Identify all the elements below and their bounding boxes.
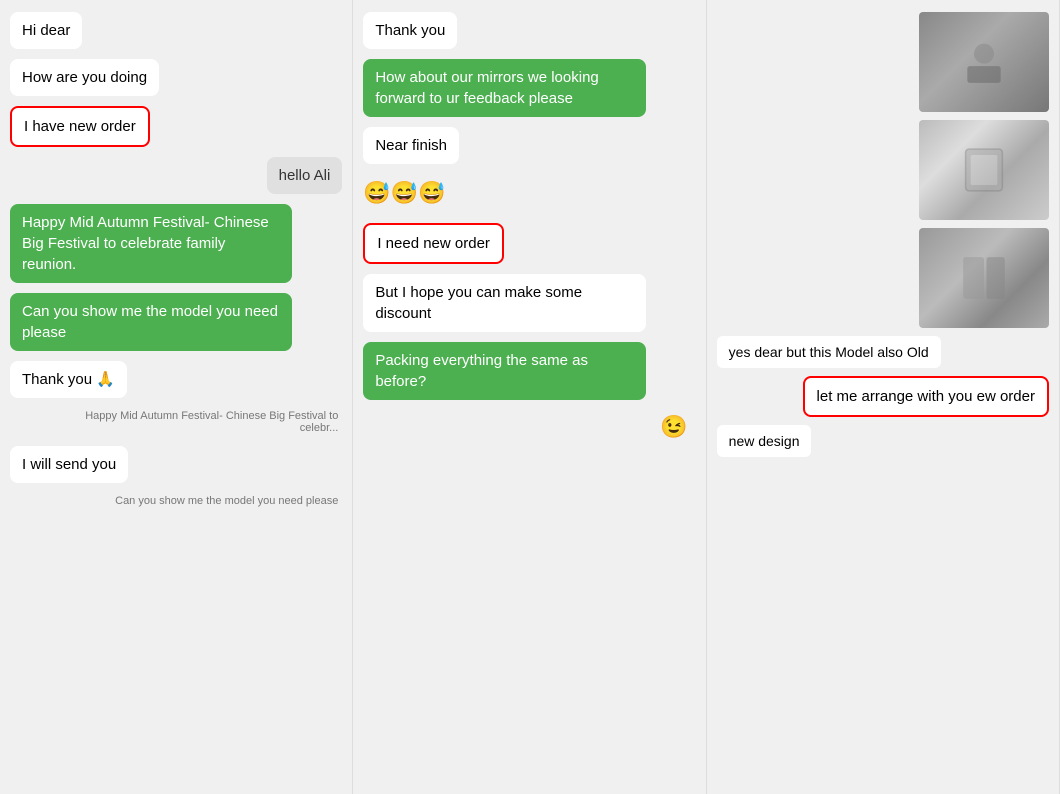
- message-row: But I hope you can make some discount: [363, 274, 695, 332]
- emoji-icon: 😉: [652, 410, 695, 444]
- reply-preview-festival: Happy Mid Autumn Festival- Chinese Big F…: [43, 408, 342, 436]
- chat-column-3: yes dear but this Model also Old let me …: [707, 0, 1060, 794]
- message-row: Can you show me the model you need pleas…: [10, 293, 342, 351]
- bubble-hope-discount: But I hope you can make some discount: [363, 274, 645, 332]
- message-row: yes dear but this Model also Old: [717, 336, 1049, 368]
- bubble-need-new-order: I need new order: [363, 223, 504, 264]
- mirror-photo-1: [919, 12, 1049, 112]
- message-row: I need new order: [363, 223, 695, 264]
- message-row: hello Ali: [10, 157, 342, 194]
- message-row: Hi dear: [10, 12, 342, 49]
- message-row: Happy Mid Autumn Festival- Chinese Big F…: [10, 204, 342, 283]
- message-row: 😉: [363, 410, 695, 444]
- bubble-thank-you-pray: Thank you 🙏: [10, 361, 127, 398]
- message-row: How are you doing: [10, 59, 342, 96]
- message-row: Thank you 🙏: [10, 361, 342, 398]
- message-row: Happy Mid Autumn Festival- Chinese Big F…: [10, 408, 342, 436]
- message-row: How about our mirrors we looking forward…: [363, 59, 695, 117]
- message-row: Can you show me the model you need pleas…: [10, 493, 342, 509]
- bubble-arrange-order: let me arrange with you ew order: [803, 376, 1049, 417]
- bubble-hi-dear: Hi dear: [10, 12, 82, 49]
- message-row: 😅😅😅: [363, 174, 695, 213]
- bubble-i-will-send: I will send you: [10, 446, 128, 483]
- bubble-near-finish: Near finish: [363, 127, 459, 164]
- bubble-new-design: new design: [717, 425, 812, 457]
- mirror-photo-3: [919, 228, 1049, 328]
- message-row: Near finish: [363, 127, 695, 164]
- bubble-emoji: 😅😅😅: [363, 174, 445, 213]
- message-row: Packing everything the same as before?: [363, 342, 695, 400]
- chat-column-1: Hi dear How are you doing I have new ord…: [0, 0, 353, 794]
- chat-column-2: Thank you How about our mirrors we looki…: [353, 0, 706, 794]
- bubble-show-model: Can you show me the model you need pleas…: [10, 293, 292, 351]
- bubble-mirrors-feedback: How about our mirrors we looking forward…: [363, 59, 645, 117]
- bubble-packing-same: Packing everything the same as before?: [363, 342, 645, 400]
- bubble-yes-dear: yes dear but this Model also Old: [717, 336, 941, 368]
- bubble-how-are-you: How are you doing: [10, 59, 159, 96]
- message-row: Thank you: [363, 12, 695, 49]
- message-row: I have new order: [10, 106, 342, 147]
- message-row: new design: [717, 425, 1049, 457]
- bubble-i-have-new-order: I have new order: [10, 106, 150, 147]
- photo-row-3: [717, 228, 1049, 328]
- reply-preview-show: Can you show me the model you need pleas…: [111, 493, 342, 509]
- mirror-photo-2: [919, 120, 1049, 220]
- photo-row-2: [717, 120, 1049, 220]
- message-row: I will send you: [10, 446, 342, 483]
- bubble-hello-ali: hello Ali: [267, 157, 343, 194]
- bubble-happy-festival: Happy Mid Autumn Festival- Chinese Big F…: [10, 204, 292, 283]
- bubble-thank-you: Thank you: [363, 12, 457, 49]
- message-row: let me arrange with you ew order: [717, 376, 1049, 417]
- photo-row-1: [717, 12, 1049, 112]
